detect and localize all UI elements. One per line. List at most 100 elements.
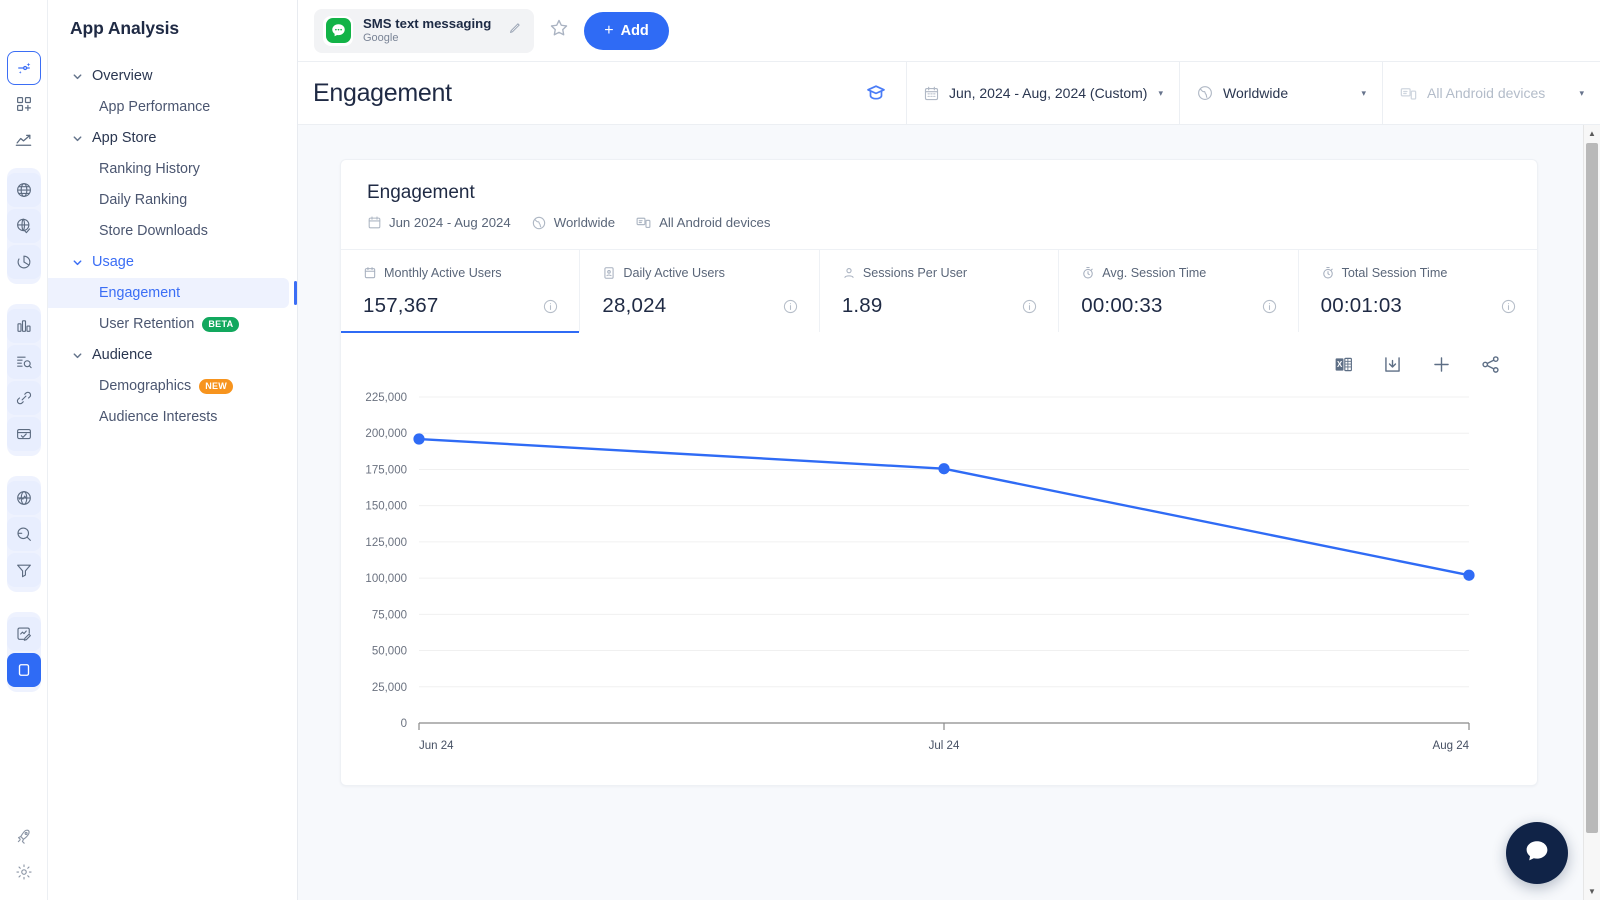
sidebar-item-store-downloads[interactable]: Store Downloads (48, 216, 289, 246)
new-badge: NEW (199, 378, 234, 394)
rail-group-ads (6, 304, 41, 456)
chevron-down-icon: ▾ (1361, 87, 1366, 98)
content-scroll-area: Engagement Jun 2024 - Aug 2024 Worldwide (298, 125, 1600, 900)
page-title: Engagement (313, 78, 452, 107)
metric-label: Avg. Session Time (1102, 266, 1207, 280)
calendar-month-icon (363, 266, 377, 280)
sidebar-item-ranking-history[interactable]: Ranking History (48, 154, 289, 184)
info-icon[interactable] (1500, 298, 1517, 315)
sidebar-item-audience-interests[interactable]: Audience Interests (48, 402, 289, 432)
sidebar-group-usage[interactable]: Usage (48, 247, 297, 277)
sidebar-group-app-store[interactable]: App Store (48, 123, 297, 153)
rail-bar-chart-icon[interactable] (6, 309, 41, 343)
person-icon (842, 266, 856, 280)
add-icon[interactable] (1431, 354, 1452, 375)
chat-support-button[interactable] (1506, 822, 1568, 884)
device-filter[interactable]: All Android devices ▾ (1382, 62, 1600, 124)
metric-label-wrap: Monthly Active Users (363, 266, 559, 280)
chevron-down-icon: ▾ (1579, 87, 1584, 98)
share-icon[interactable] (1480, 354, 1501, 375)
metric-tab-total-session-time[interactable]: Total Session Time 00:01:03 (1299, 250, 1537, 332)
sensortower-logo[interactable] (7, 8, 41, 42)
vertical-scrollbar[interactable]: ▲ ▼ (1583, 125, 1600, 900)
rail-card-check-icon[interactable] (6, 417, 41, 451)
rail-link-icon[interactable] (6, 381, 41, 415)
scroll-up-arrow-icon[interactable]: ▲ (1584, 125, 1600, 142)
stopwatch-icon (1321, 266, 1335, 280)
rail-report-pen-icon[interactable] (6, 617, 41, 651)
rail-funnel-icon[interactable] (6, 553, 41, 587)
rail-globe-check-icon[interactable] (6, 209, 41, 243)
chevron-down-icon (72, 350, 83, 361)
sidebar-item-label: Ranking History (99, 161, 200, 177)
rail-bottom-group (7, 818, 41, 890)
metric-value: 1.89 (841, 294, 883, 317)
graduation-cap-icon[interactable] (864, 81, 888, 105)
sidebar-group-overview[interactable]: Overview (48, 61, 297, 91)
chevron-down-icon (72, 71, 83, 82)
sidebar-group-audience[interactable]: Audience (48, 340, 297, 370)
app-name: SMS text messaging (363, 15, 492, 31)
metric-tab-daily-active-users[interactable]: Daily Active Users 28,024 (580, 250, 820, 332)
sidebar-item-demographics[interactable]: Demographics NEW (48, 371, 289, 401)
rail-apps-plus-icon[interactable] (7, 87, 41, 121)
svg-text:Jun 24: Jun 24 (419, 740, 454, 752)
rail-ai-insights-icon[interactable] (6, 51, 41, 85)
export-excel-icon[interactable]: X (1333, 354, 1354, 375)
info-icon[interactable] (782, 298, 799, 315)
metric-tab-sessions-per-user[interactable]: Sessions Per User 1.89 (820, 250, 1060, 332)
rail-group-reports (6, 612, 41, 692)
metric-label: Daily Active Users (623, 266, 725, 280)
devices-icon (1399, 84, 1418, 103)
sidebar-item-label: Audience Interests (99, 409, 218, 425)
sidebar-item-label: Store Downloads (99, 223, 208, 239)
devices-icon (635, 214, 652, 231)
info-icon[interactable] (542, 298, 559, 315)
rail-globe-icon[interactable] (6, 173, 41, 207)
date-range-filter[interactable]: Jun, 2024 - Aug, 2024 (Custom) ▾ (906, 62, 1179, 124)
rail-trends-icon[interactable] (7, 123, 41, 157)
sidebar-item-app-performance[interactable]: App Performance (48, 92, 289, 122)
rail-app-analysis-icon[interactable] (6, 653, 41, 687)
svg-text:X: X (1337, 360, 1343, 369)
favorite-star-icon[interactable] (544, 13, 574, 48)
svg-text:0: 0 (401, 718, 407, 730)
chart-svg: 225,000 200,000 175,000 150,000 125,000 100,0… (365, 392, 1475, 752)
info-icon[interactable] (1021, 298, 1038, 315)
rail-magnifier-icon[interactable] (6, 517, 41, 551)
scrollbar-thumb[interactable] (1586, 143, 1598, 833)
app-selector-chip[interactable]: SMS text messaging Google (314, 8, 535, 53)
sidebar-item-label: Demographics (99, 378, 192, 394)
chevron-down-icon (72, 133, 83, 144)
sidebar-group-label: Audience (92, 347, 153, 363)
sidebar-group-label: Usage (92, 254, 134, 270)
rail-rocket-icon[interactable] (7, 819, 41, 853)
geo-filter[interactable]: Worldwide ▾ (1179, 62, 1382, 124)
rail-group-store (6, 168, 41, 284)
info-icon[interactable] (1261, 298, 1278, 315)
app-root: App Analysis Overview App Performance Ap… (0, 0, 1600, 900)
download-icon[interactable] (1382, 354, 1403, 375)
metric-value: 00:00:33 (1081, 294, 1163, 317)
rail-pie-chart-icon[interactable] (6, 245, 41, 279)
metric-tab-monthly-active-users[interactable]: Monthly Active Users 157,367 (341, 250, 581, 333)
rail-globe-pulse-icon[interactable] (6, 481, 41, 515)
rail-gear-icon[interactable] (7, 855, 41, 889)
svg-text:50,000: 50,000 (372, 646, 407, 658)
add-button[interactable]: + Add (584, 11, 669, 50)
metric-tab-avg-session-time[interactable]: Avg. Session Time 00:00:33 (1059, 250, 1299, 332)
sidebar-item-user-retention[interactable]: User Retention BETA (48, 309, 289, 339)
page-bar: Engagement Jun, 2024 - Aug, 2024 (Custom… (298, 61, 1600, 125)
engagement-card: Engagement Jun 2024 - Aug 2024 Worldwide (340, 159, 1538, 786)
engagement-line-chart[interactable]: 225,000 200,000 175,000 150,000 125,000 100,0… (341, 385, 1537, 785)
geo-filter-value: Worldwide (1223, 85, 1289, 101)
sidebar-item-daily-ranking[interactable]: Daily Ranking (48, 185, 289, 215)
sidebar-item-engagement[interactable]: Engagement (48, 278, 297, 308)
rail-doc-search-icon[interactable] (6, 345, 41, 379)
svg-text:150,000: 150,000 (365, 501, 407, 513)
pencil-icon[interactable] (507, 21, 522, 41)
scroll-down-arrow-icon[interactable]: ▼ (1584, 883, 1600, 900)
sidebar-item-label: Daily Ranking (99, 192, 188, 208)
svg-text:225,000: 225,000 (365, 392, 407, 404)
svg-text:125,000: 125,000 (365, 537, 407, 549)
